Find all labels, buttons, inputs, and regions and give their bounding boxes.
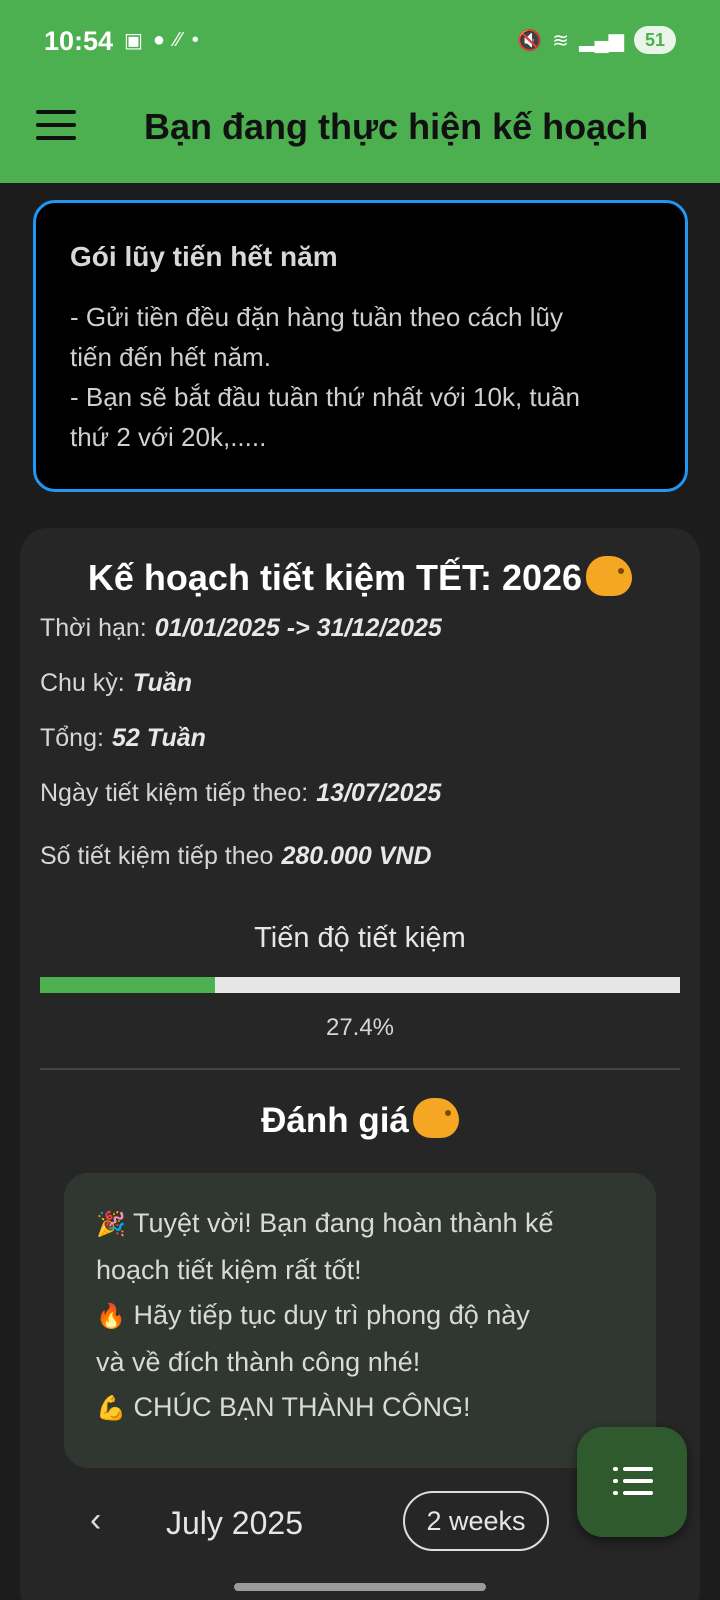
evaluation-title: Đánh giá [20,1098,700,1141]
plan-title-text: Kế hoạch tiết kiệm TẾT: 2026 [87,557,583,598]
duration-label: Thời hạn: [40,614,147,642]
status-left-icons: ▣ ● ⁄⁄ • [124,28,199,53]
evaluation-text: CHÚC BẠN THÀNH CÔNG! [133,1392,471,1422]
total-row: Tổng: 52 Tuần [40,724,206,753]
cell-signal-icon: ▂▄▆ [579,29,624,52]
cycle-value: Tuần [132,669,193,697]
chevron-left-icon[interactable]: ‹ [90,1501,101,1540]
progress-label: Tiến độ tiết kiệm [254,922,466,954]
piggy-bank-icon [412,1098,459,1138]
page-title: Bạn đang thực hiện kế hoạch [144,106,649,147]
chat-icon: ● [152,29,165,51]
total-label: Tổng: [40,724,104,752]
info-line: - Gửi tiền đều đặn hàng tuần theo cách l… [70,302,563,332]
status-time: 10:54 [44,26,114,56]
plan-title: Kế hoạch tiết kiệm TẾT: 2026 [20,556,700,599]
calendar-format-button[interactable]: 2 weeks [403,1491,549,1551]
dot-icon: • [191,29,199,51]
total-value: 52 Tuần [111,724,206,752]
signal-icon: ⁄⁄ [175,29,182,51]
progress-fill [40,977,216,993]
duration-value: 01/01/2025 -> 31/12/2025 [154,614,442,642]
status-bar: 10:54 ▣ ● ⁄⁄ • 🔇 ≋ ▂▄▆ 51 [0,0,720,84]
evaluation-title-text: Đánh giá [261,1101,409,1140]
screenshot-icon: ▣ [124,30,143,52]
evaluation-line: 🔥 Hãy tiếp tục duy trì phong độ này [96,1293,624,1340]
evaluation-text: hoạch tiết kiệm rất tốt! [96,1254,362,1285]
evaluation-text: và về đích thành công nhé! [96,1346,421,1377]
muscle-icon: 💪 [96,1395,126,1422]
info-line: - Bạn sẽ bắt đầu tuần thứ nhất với 10k, … [70,382,581,412]
next-date-label: Ngày tiết kiệm tiếp theo: [40,779,309,807]
cycle-label: Chu kỳ: [40,669,125,697]
progress-percent: 27.4% [325,1014,395,1041]
evaluation-line: hoạch tiết kiệm rất tốt! [96,1248,624,1294]
evaluation-line: 💪 CHÚC BẠN THÀNH CÔNG! [96,1385,624,1432]
cycle-row: Chu kỳ: Tuần [40,669,192,698]
next-date-value: 13/07/2025 [316,779,442,807]
status-right-icons: 🔇 ≋ ▂▄▆ 51 [517,26,676,54]
list-icon [613,1467,653,1495]
evaluation-line: 🎉 Tuyệt vời! Bạn đang hoàn thành kế [96,1201,624,1248]
plan-info-card: Gói lũy tiến hết năm - Gửi tiền đều đặn … [33,200,688,492]
wifi-icon: ≋ [552,29,570,52]
top-area: 10:54 ▣ ● ⁄⁄ • 🔇 ≋ ▂▄▆ 51 Bạn đang thực … [0,0,720,183]
party-icon: 🎉 [96,1211,126,1238]
evaluation-line: và về đích thành công nhé! [96,1340,624,1386]
calendar-month[interactable]: July 2025 [166,1505,303,1542]
fire-icon: 🔥 [96,1303,126,1330]
list-fab-button[interactable] [577,1427,687,1537]
info-line: tiến đến hết năm. [70,342,271,372]
evaluation-text: Hãy tiếp tục duy trì phong độ này [133,1300,530,1330]
menu-icon[interactable] [36,110,76,140]
next-date-row: Ngày tiết kiệm tiếp theo: 13/07/2025 [40,779,441,808]
next-amount-label: Số tiết kiệm tiếp theo [40,842,274,870]
mute-icon: 🔇 [517,29,543,52]
piggy-bank-icon [586,556,633,596]
evaluation-text: Tuyệt vời! Bạn đang hoàn thành kế [133,1208,554,1238]
next-amount-value: 280.000 VND [281,842,432,870]
next-amount-row: Số tiết kiệm tiếp theo 280.000 VND [40,842,432,871]
progress-bar [40,977,680,993]
info-line: thứ 2 với 20k,..... [70,422,267,452]
battery-icon: 51 [634,26,676,54]
divider [40,1068,680,1070]
plan-package-name: Gói lũy tiến hết năm [70,241,338,272]
home-indicator [234,1583,486,1591]
evaluation-message-box: 🎉 Tuyệt vời! Bạn đang hoàn thành kế hoạc… [64,1173,656,1468]
duration-row: Thời hạn: 01/01/2025 -> 31/12/2025 [40,614,442,643]
